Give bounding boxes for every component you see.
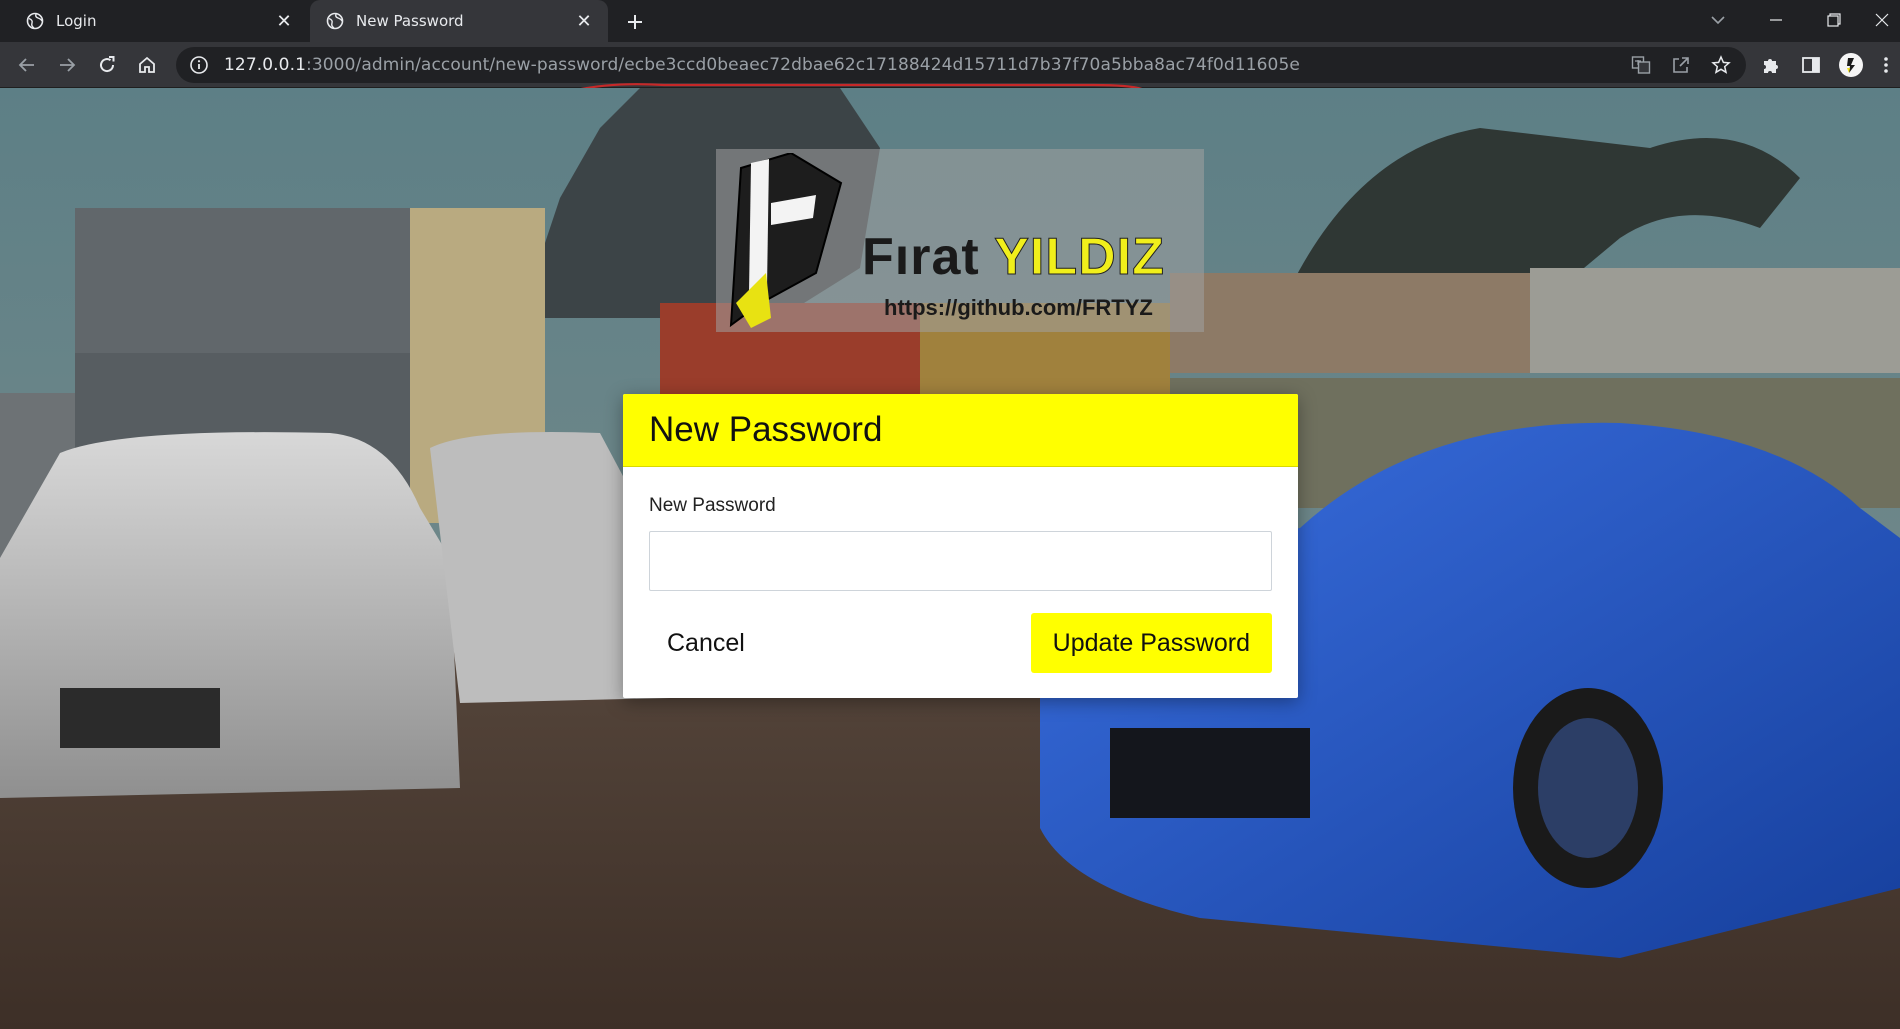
puzzle-icon [1764,59,1778,73]
home-icon [139,56,155,73]
more-vert-icon [1884,57,1888,73]
minimize-button[interactable] [1748,0,1804,40]
info-icon[interactable] [188,54,210,76]
avatar [1839,53,1863,77]
close-icon [1875,13,1889,27]
new-tab-button[interactable] [622,9,648,35]
globe-icon [326,12,344,30]
browser-tab-strip: Login ✕ New Password ✕ [0,0,1900,42]
close-icon[interactable]: ✕ [272,9,296,33]
side-panel-button[interactable] [1796,50,1826,80]
restore-icon [1827,13,1841,27]
new-password-input[interactable] [649,531,1272,591]
restore-button[interactable] [1806,0,1862,40]
new-password-label: New Password [649,495,776,516]
arrow-right-icon [60,58,76,72]
share-icon [1673,57,1689,73]
extensions-button[interactable] [1756,50,1786,80]
bookmark-button[interactable] [1706,50,1736,80]
author-watermark: Fırat YILDIZ https://github.com/FRTYZ [716,149,1204,332]
address-bar[interactable]: 127.0.0.1:3000/admin/account/new-passwor… [176,47,1746,83]
arrow-left-icon [18,58,34,72]
new-password-dialog: New Password New Password Cancel Update … [623,394,1298,698]
author-github-link: https://github.com/FRTYZ [884,295,1153,320]
star-icon [1711,55,1731,74]
page-viewport: Fırat YILDIZ https://github.com/FRTYZ Ne… [0,88,1900,1029]
url-text: 127.0.0.1:3000/admin/account/new-passwor… [224,55,1300,75]
close-icon[interactable]: ✕ [572,9,596,33]
dialog-footer: Cancel Update Password [623,613,1298,673]
tab-login[interactable]: Login ✕ [0,0,308,42]
tab-login-title: Login [56,12,97,30]
reload-button[interactable] [92,50,122,80]
author-name: Fırat YILDIZ [862,227,1165,287]
dialog-title: New Password [649,410,883,449]
chevron-down-icon [1711,16,1725,25]
cancel-button[interactable]: Cancel [643,613,769,673]
url-host: 127.0.0.1 [224,55,307,75]
update-password-button[interactable]: Update Password [1030,613,1272,673]
profile-button[interactable] [1836,50,1866,80]
forward-button[interactable] [52,50,82,80]
tab-new-password[interactable]: New Password ✕ [310,0,608,42]
side-panel-icon [1802,57,1820,73]
home-button[interactable] [132,50,162,80]
author-first-name: Fırat [862,228,995,286]
translate-icon [1631,56,1651,74]
url-path: :3000/admin/account/new-password/ecbe3cc… [306,55,1300,75]
minimize-icon [1770,19,1782,21]
share-button[interactable] [1666,50,1696,80]
tab-new-password-title: New Password [356,12,464,30]
dialog-header: New Password [623,394,1298,467]
translate-button[interactable] [1626,50,1656,80]
reload-icon [100,56,115,73]
close-window-button[interactable] [1864,0,1900,40]
dialog-body: New Password [623,467,1298,591]
back-button[interactable] [12,50,42,80]
tab-search-button[interactable] [1690,0,1746,40]
menu-button[interactable] [1876,50,1896,80]
logo [729,153,843,328]
plus-icon [628,15,642,29]
globe-icon [26,12,44,30]
author-last-name: YILDIZ [994,228,1165,287]
